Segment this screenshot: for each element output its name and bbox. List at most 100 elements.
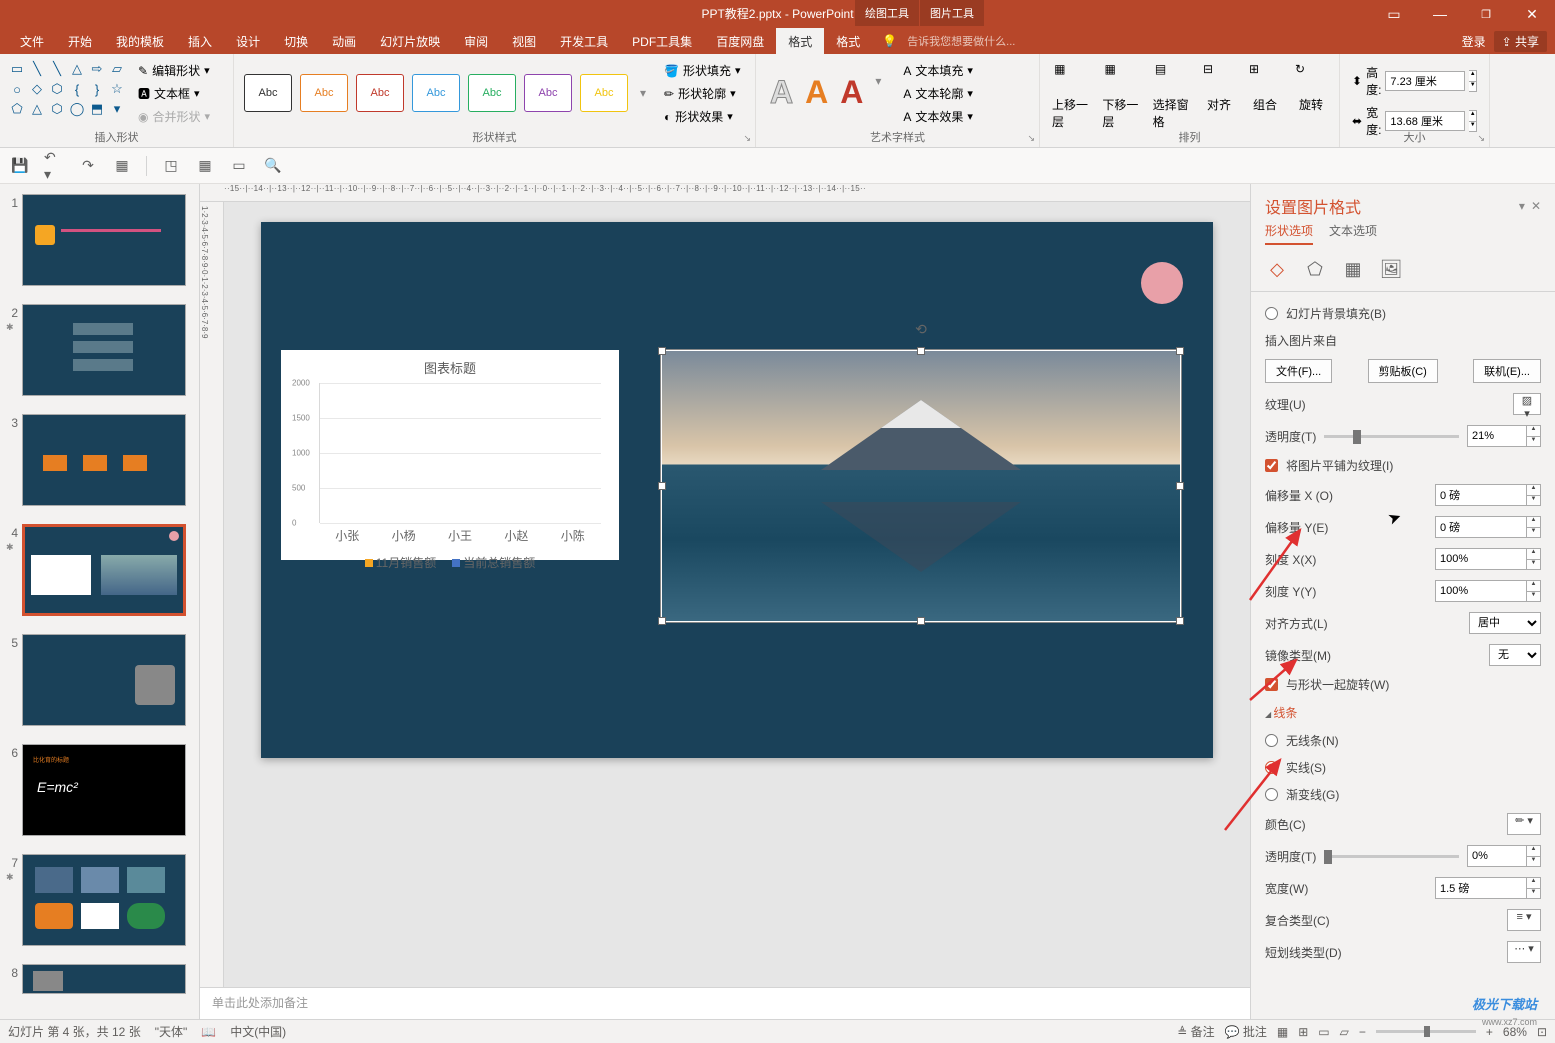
- line-color-picker[interactable]: ✏ ▾: [1507, 813, 1541, 835]
- rotate-button[interactable]: ↻旋转: [1289, 58, 1333, 134]
- width-input[interactable]: [1385, 111, 1465, 131]
- zoom-icon[interactable]: 🔍: [263, 156, 283, 176]
- text-effects-button[interactable]: A文本效果 ▾: [899, 106, 977, 127]
- insert-online-button[interactable]: 联机(E)...: [1473, 359, 1541, 383]
- pane-dropdown-icon[interactable]: ▾: [1519, 199, 1525, 213]
- offset-x-input[interactable]: [1435, 484, 1527, 506]
- reading-view-icon[interactable]: ▭: [1318, 1025, 1329, 1039]
- text-outline-button[interactable]: A文本轮廓 ▾: [899, 83, 977, 104]
- menu-review[interactable]: 审阅: [452, 28, 500, 54]
- slide-thumb-6[interactable]: 比化育的标题E=mc²: [22, 744, 186, 836]
- zoom-out-icon[interactable]: −: [1359, 1025, 1366, 1039]
- grid-icon[interactable]: ▦: [195, 156, 215, 176]
- resize-handle[interactable]: [917, 347, 925, 355]
- resize-handle[interactable]: [658, 347, 666, 355]
- alignment-select[interactable]: 居中: [1469, 612, 1541, 634]
- resize-handle[interactable]: [1176, 347, 1184, 355]
- ruler-toggle-icon[interactable]: ▭: [229, 156, 249, 176]
- mirror-select[interactable]: 无: [1489, 644, 1541, 666]
- text-fill-button[interactable]: A文本填充 ▾: [899, 60, 977, 81]
- thumbnail-panel[interactable]: 1 2✱ 3 4✱ 5 6比化育的标题E=mc² 7✱ 8: [0, 184, 200, 1019]
- insert-clipboard-button[interactable]: 剪贴板(C): [1368, 359, 1438, 383]
- resize-handle[interactable]: [1176, 482, 1184, 490]
- resize-handle[interactable]: [658, 617, 666, 625]
- texture-picker[interactable]: ▨ ▾: [1513, 393, 1541, 415]
- login-link[interactable]: 登录: [1462, 33, 1486, 50]
- drawing-tools-tab[interactable]: 绘图工具: [855, 0, 919, 26]
- solid-line-radio[interactable]: 实线(S): [1265, 759, 1326, 776]
- pane-tab-text[interactable]: 文本选项: [1329, 222, 1377, 245]
- rotation-handle-icon[interactable]: ⟲: [915, 321, 927, 338]
- height-input[interactable]: [1385, 71, 1465, 91]
- no-line-radio[interactable]: 无线条(N): [1265, 732, 1339, 749]
- zoom-slider[interactable]: [1376, 1030, 1476, 1033]
- spellcheck-icon[interactable]: 📖: [201, 1025, 216, 1039]
- effects-category-icon[interactable]: ⬠: [1303, 257, 1327, 281]
- menu-animations[interactable]: 动画: [320, 28, 368, 54]
- shape-fill-button[interactable]: 🪣形状填充 ▾: [660, 60, 745, 81]
- slide-bg-fill-radio[interactable]: 幻灯片背景填充(B): [1265, 305, 1386, 322]
- pink-circle-shape[interactable]: [1141, 262, 1183, 304]
- scale-y-input[interactable]: [1435, 580, 1527, 602]
- touch-mode-icon[interactable]: ◳: [161, 156, 181, 176]
- picture-tools-tab[interactable]: 图片工具: [920, 0, 984, 26]
- minimize-icon[interactable]: —: [1417, 0, 1463, 28]
- slide-thumb-3[interactable]: [22, 414, 186, 506]
- slideshow-view-icon[interactable]: ▱: [1340, 1025, 1349, 1039]
- save-icon[interactable]: 💾: [10, 156, 30, 176]
- insert-file-button[interactable]: 文件(F)...: [1265, 359, 1332, 383]
- slide-thumb-1[interactable]: [22, 194, 186, 286]
- redo-icon[interactable]: ↷: [78, 156, 98, 176]
- menu-slideshow[interactable]: 幻灯片放映: [368, 28, 452, 54]
- offset-y-input[interactable]: [1435, 516, 1527, 538]
- menu-pdf[interactable]: PDF工具集: [620, 28, 704, 54]
- line-section-header[interactable]: 线条: [1265, 698, 1541, 727]
- gradient-line-radio[interactable]: 渐变线(G): [1265, 786, 1339, 803]
- sorter-view-icon[interactable]: ⊞: [1298, 1025, 1308, 1039]
- pane-close-icon[interactable]: ✕: [1531, 199, 1541, 213]
- menu-developer[interactable]: 开发工具: [548, 28, 620, 54]
- slide-thumb-5[interactable]: [22, 634, 186, 726]
- ribbon-options-icon[interactable]: ▭: [1371, 0, 1417, 28]
- picture-category-icon[interactable]: 🖼: [1379, 257, 1403, 281]
- size-category-icon[interactable]: ▦: [1341, 257, 1365, 281]
- menu-transitions[interactable]: 切换: [272, 28, 320, 54]
- menu-file[interactable]: 文件: [8, 28, 56, 54]
- scale-x-input[interactable]: [1435, 548, 1527, 570]
- notes-pane[interactable]: 单击此处添加备注: [200, 987, 1250, 1019]
- tell-me-input[interactable]: 告诉我您想要做什么...: [907, 33, 1015, 49]
- dash-type-picker[interactable]: ⋯ ▾: [1507, 941, 1541, 963]
- shapes-gallery[interactable]: ▭╲╲△⇨▱ ○◇⬡{}☆ ⬠△⬡◯⬒▾: [6, 58, 128, 127]
- undo-icon[interactable]: ↶ ▾: [44, 156, 64, 176]
- tile-checkbox[interactable]: 将图片平铺为纹理(I): [1265, 457, 1393, 474]
- text-box-button[interactable]: 🅰文本框 ▾: [134, 83, 214, 104]
- slide-canvas[interactable]: 图表标题 2000 1500 1000 500 0 小张小杨小王小赵小陈: [224, 202, 1250, 987]
- selected-picture[interactable]: ⟲: [661, 350, 1181, 622]
- start-from-beginning-icon[interactable]: ▦: [112, 156, 132, 176]
- close-icon[interactable]: ✕: [1509, 0, 1555, 28]
- slide-thumb-7[interactable]: [22, 854, 186, 946]
- align-button[interactable]: ⊟对齐: [1197, 58, 1241, 134]
- resize-handle[interactable]: [917, 617, 925, 625]
- menu-design[interactable]: 设计: [224, 28, 272, 54]
- merge-shapes-button[interactable]: ◉合并形状 ▾: [134, 106, 214, 127]
- shape-effects-button[interactable]: ◐形状效果 ▾: [660, 106, 745, 127]
- line-transparency-slider[interactable]: [1324, 855, 1459, 858]
- dialog-launcher-icon[interactable]: ↘: [1027, 133, 1035, 144]
- wordart-gallery[interactable]: A A A ▾: [762, 66, 889, 119]
- slide-thumb-8[interactable]: [22, 964, 186, 994]
- share-button[interactable]: ⇪ 共享: [1494, 31, 1547, 52]
- comments-toggle[interactable]: 💬 批注: [1225, 1023, 1267, 1040]
- menu-format-2[interactable]: 格式: [824, 28, 872, 54]
- menu-format-1[interactable]: 格式: [776, 28, 824, 54]
- line-transparency-input[interactable]: [1467, 845, 1527, 867]
- resize-handle[interactable]: [658, 482, 666, 490]
- edit-shape-button[interactable]: ✎编辑形状 ▾: [134, 60, 214, 81]
- send-backward-button[interactable]: ▦下移一层: [1096, 58, 1144, 134]
- pane-tab-shape[interactable]: 形状选项: [1265, 222, 1313, 245]
- shape-style-gallery[interactable]: Abc Abc Abc Abc Abc Abc Abc ▾: [240, 66, 650, 120]
- fit-to-window-icon[interactable]: ⊡: [1537, 1025, 1547, 1039]
- transparency-slider[interactable]: [1324, 435, 1459, 438]
- slide-thumb-2[interactable]: [22, 304, 186, 396]
- transparency-input[interactable]: [1467, 425, 1527, 447]
